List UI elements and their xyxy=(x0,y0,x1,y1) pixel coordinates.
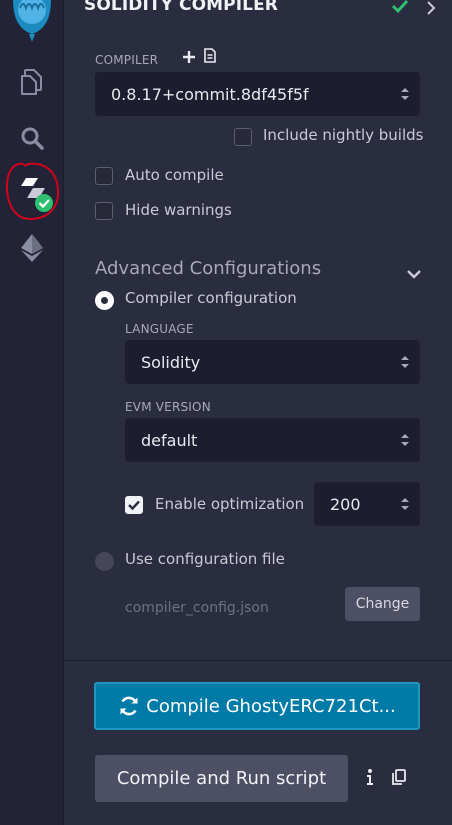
check-icon xyxy=(391,0,409,18)
config-file-path: compiler_config.json xyxy=(125,600,269,616)
language-value: Solidity xyxy=(141,352,201,372)
info-icon[interactable] xyxy=(366,768,374,790)
chevron-right-icon[interactable] xyxy=(426,0,436,19)
evm-version-label: EVM VERSION xyxy=(125,400,211,414)
evm-version-value: default xyxy=(141,430,198,450)
include-nightly-checkbox[interactable] xyxy=(234,128,252,146)
icon-panel xyxy=(0,0,64,825)
change-config-button[interactable]: Change xyxy=(345,587,420,621)
evm-version-select[interactable]: default xyxy=(125,418,420,462)
section-divider xyxy=(64,660,452,661)
refresh-icon xyxy=(120,696,138,716)
language-select[interactable]: Solidity xyxy=(125,340,420,384)
chevron-down-icon[interactable] xyxy=(407,264,421,283)
compiler-version-value: 0.8.17+commit.8df45f5f xyxy=(111,84,309,104)
checkmark-icon xyxy=(128,500,140,511)
select-arrows-icon xyxy=(401,434,409,446)
advanced-config-title[interactable]: Advanced Configurations xyxy=(95,258,321,279)
copy-icon[interactable] xyxy=(392,769,406,789)
optimization-runs-value: 200 xyxy=(330,494,361,514)
language-label: LANGUAGE xyxy=(125,322,194,336)
use-config-file-radio[interactable] xyxy=(95,552,114,571)
stepper-arrows-icon[interactable] xyxy=(400,496,410,512)
compile-run-script-button[interactable]: Compile and Run script xyxy=(95,755,348,802)
remix-logo-icon[interactable] xyxy=(0,0,63,44)
compiler-config-radio[interactable] xyxy=(95,291,114,310)
compile-button[interactable]: Compile GhostyERC721Ct... xyxy=(94,682,420,730)
optimization-runs-input[interactable]: 200 xyxy=(314,482,420,526)
include-nightly-label: Include nightly builds xyxy=(263,126,424,144)
compiler-panel: SOLIDITY COMPILER COMPILER 0.8.17+commit… xyxy=(64,0,452,825)
hide-warnings-label: Hide warnings xyxy=(125,201,232,219)
plus-icon[interactable] xyxy=(182,49,196,68)
compiler-label: COMPILER xyxy=(95,53,159,67)
select-arrows-icon xyxy=(401,88,409,100)
deploy-run-icon[interactable] xyxy=(0,232,63,264)
enable-optimization-checkbox[interactable] xyxy=(125,496,143,514)
file-icon[interactable] xyxy=(204,48,216,67)
compiler-version-select[interactable]: 0.8.17+commit.8df45f5f xyxy=(95,72,420,116)
select-arrows-icon xyxy=(401,356,409,368)
solidity-compiler-icon[interactable] xyxy=(0,160,63,224)
enable-optimization-label: Enable optimization xyxy=(155,495,305,513)
use-config-file-label: Use configuration file xyxy=(125,550,285,568)
auto-compile-label: Auto compile xyxy=(125,166,224,184)
auto-compile-checkbox[interactable] xyxy=(95,167,113,185)
hide-warnings-checkbox[interactable] xyxy=(95,202,113,220)
search-icon[interactable] xyxy=(0,122,63,154)
file-explorer-icon[interactable] xyxy=(0,66,63,98)
panel-title: SOLIDITY COMPILER xyxy=(84,0,278,15)
compiler-config-label: Compiler configuration xyxy=(125,289,297,307)
compile-button-label: Compile GhostyERC721Ct... xyxy=(146,695,396,717)
